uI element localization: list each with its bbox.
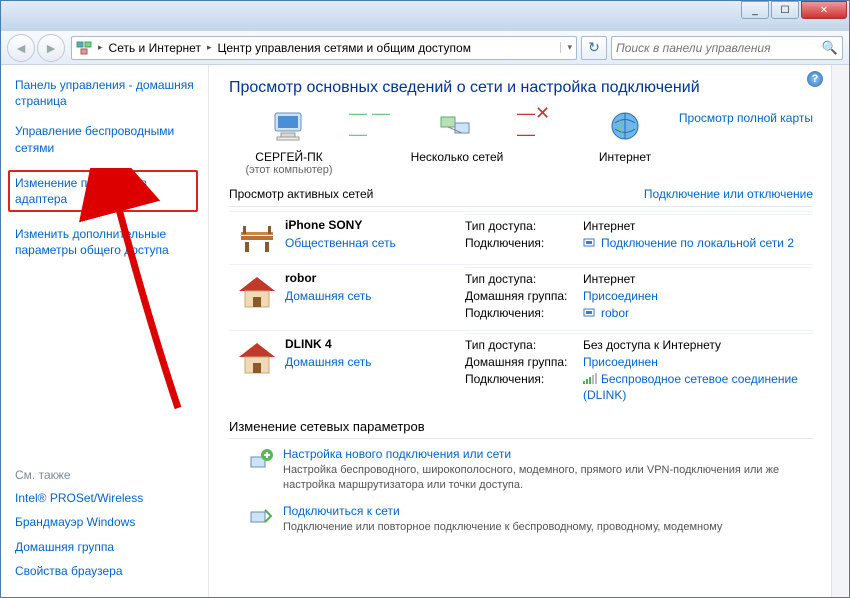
multiple-networks-icon [437, 109, 477, 143]
address-bar[interactable]: ▸ Сеть и Интернет ▸ Центр управления сет… [71, 36, 577, 60]
overview-map: СЕРГЕЙ-ПК (этот компьютер) — — — Несколь… [229, 109, 813, 176]
connect-icon [247, 504, 283, 537]
breadcrumb-sep: ▸ [207, 42, 212, 53]
connect-disconnect-link[interactable]: Подключение или отключение [644, 187, 813, 201]
seealso-firewall[interactable]: Брандмауэр Windows [15, 514, 196, 530]
back-button[interactable]: ◄ [7, 34, 35, 62]
sidebar-link-adapter[interactable]: Изменение параметров адаптера [15, 175, 191, 207]
task-link-connect[interactable]: Подключиться к сети [283, 504, 813, 518]
house-icon [229, 271, 285, 324]
view-full-map-link[interactable]: Просмотр полной карты [679, 111, 813, 125]
network-type-link[interactable]: Домашняя сеть [285, 355, 371, 369]
network-info: iPhone SONY Общественная сеть [285, 218, 465, 258]
network-type-link[interactable]: Общественная сеть [285, 236, 396, 250]
titlebar: _ ☐ ✕ [1, 1, 849, 31]
task-description: Настройка нового подключения или сети На… [283, 447, 813, 493]
help-button[interactable]: ? [807, 71, 823, 87]
sidebar: Панель управления - домашняя страница Уп… [1, 65, 209, 597]
bench-icon [229, 218, 285, 258]
task-connect: Подключиться к сети Подключение или повт… [229, 500, 813, 545]
close-button[interactable]: ✕ [801, 1, 847, 19]
overview-networks: Несколько сетей [397, 109, 517, 164]
sidebar-link-wireless[interactable]: Управление беспроводными сетями [15, 123, 196, 155]
sidebar-link-sharing[interactable]: Изменить дополнительные параметры общего… [15, 226, 196, 258]
search-input[interactable] [616, 41, 822, 55]
new-connection-icon [247, 447, 283, 493]
active-networks-header: Просмотр активных сетей Подключение или … [229, 184, 813, 204]
seealso-heading: См. также [15, 468, 196, 482]
homegroup-link[interactable]: Присоединен [583, 355, 658, 369]
sidebar-link-adapter-highlight: Изменение параметров адаптера [8, 170, 198, 212]
network-details: Тип доступа:Интернет Домашняя группа:При… [465, 267, 813, 324]
refresh-button[interactable]: ↻ [581, 36, 607, 60]
window-buttons: _ ☐ ✕ [741, 1, 849, 19]
globe-icon [605, 109, 645, 143]
overview-internet: Интернет [565, 109, 685, 164]
change-settings-heading: Изменение сетевых параметров [229, 419, 813, 434]
network-details: Тип доступа:Интернет Подключения:Подключ… [465, 214, 813, 258]
divider [229, 206, 813, 207]
task-link-new-connection[interactable]: Настройка нового подключения или сети [283, 447, 813, 461]
overview-computer: СЕРГЕЙ-ПК (этот компьютер) [229, 109, 349, 176]
seealso-browser[interactable]: Свойства браузера [15, 563, 196, 579]
seealso-homegroup[interactable]: Домашняя группа [15, 539, 196, 555]
network-item: iPhone SONY Общественная сеть Тип доступ… [229, 211, 813, 264]
network-item: robor Домашняя сеть Тип доступа:Интернет… [229, 264, 813, 330]
task-description: Подключиться к сети Подключение или повт… [283, 504, 813, 537]
link-line-icon: — — — [349, 109, 397, 139]
wifi-signal-icon [583, 373, 597, 388]
search-icon: 🔍 [822, 40, 838, 56]
network-info: DLINK 4 Домашняя сеть [285, 337, 465, 404]
maximize-button[interactable]: ☐ [771, 1, 799, 19]
content-area: ? Просмотр основных сведений о сети и на… [209, 65, 831, 597]
network-type-link[interactable]: Домашняя сеть [285, 289, 371, 303]
divider [229, 438, 813, 439]
connection-link[interactable]: Подключение по локальной сети 2 [601, 236, 794, 250]
navbar: ◄ ► ▸ Сеть и Интернет ▸ Центр управления… [1, 31, 849, 65]
lan-icon [583, 236, 597, 251]
breadcrumb-2[interactable]: Центр управления сетями и общим доступом [217, 41, 471, 55]
network-info: robor Домашняя сеть [285, 271, 465, 324]
control-panel-window: _ ☐ ✕ ◄ ► ▸ Сеть и Интернет ▸ Центр упра… [0, 0, 850, 598]
task-new-connection: Настройка нового подключения или сети На… [229, 443, 813, 501]
link-broken-icon: —✕— [517, 109, 565, 139]
body: Панель управления - домашняя страница Уп… [1, 65, 849, 597]
lan-icon [583, 306, 597, 321]
page-title: Просмотр основных сведений о сети и наст… [229, 79, 813, 97]
network-item: DLINK 4 Домашняя сеть Тип доступа:Без до… [229, 330, 813, 410]
connection-link[interactable]: Беспроводное сетевое соединение (DLINK) [583, 372, 798, 401]
network-details: Тип доступа:Без доступа к Интернету Дома… [465, 333, 813, 404]
seealso-proset[interactable]: Intel® PROSet/Wireless [15, 490, 196, 506]
connection-link[interactable]: robor [601, 306, 629, 320]
network-center-icon [76, 40, 92, 56]
homegroup-link[interactable]: Присоединен [583, 289, 658, 303]
address-dropdown[interactable]: ▾ [560, 42, 572, 53]
sidebar-link-cp-home[interactable]: Панель управления - домашняя страница [15, 77, 196, 109]
nav-arrows: ◄ ► [7, 34, 67, 62]
vertical-scrollbar[interactable] [831, 65, 849, 597]
breadcrumb-sep: ▸ [98, 42, 103, 53]
search-box[interactable]: 🔍 [611, 36, 843, 60]
breadcrumb-1[interactable]: Сеть и Интернет [109, 41, 201, 55]
forward-button[interactable]: ► [37, 34, 65, 62]
computer-icon [269, 109, 309, 143]
minimize-button[interactable]: _ [741, 1, 769, 19]
seealso-links: Intel® PROSet/Wireless Брандмауэр Window… [15, 490, 196, 587]
house-icon [229, 337, 285, 404]
